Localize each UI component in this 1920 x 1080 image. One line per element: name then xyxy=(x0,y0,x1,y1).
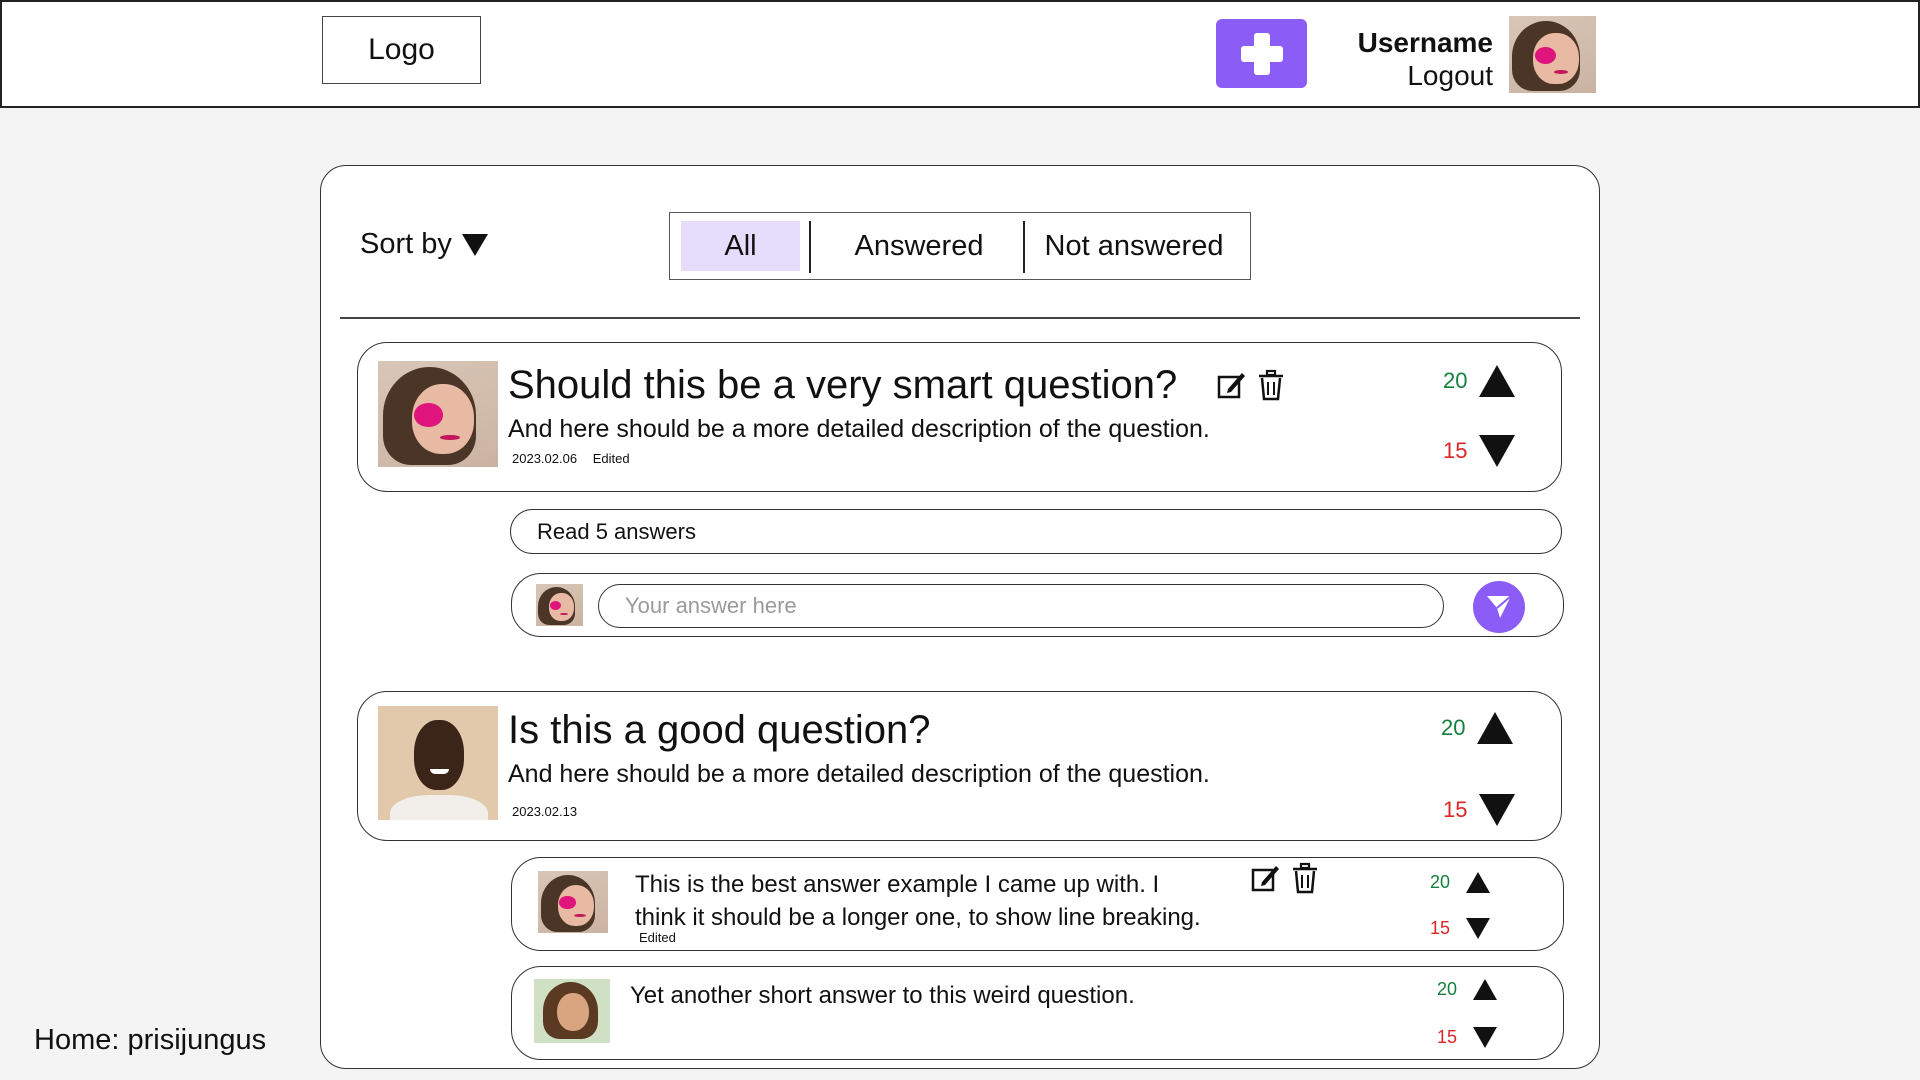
top-header: Logo Username Logout xyxy=(0,0,1920,108)
upvote-icon[interactable] xyxy=(1479,365,1516,397)
answer-text: This is the best answer example I came u… xyxy=(635,868,1201,934)
tab-answered[interactable]: Answered xyxy=(812,221,1026,271)
questions-panel: Sort by All Answered Not answered Should… xyxy=(320,165,1600,1069)
downvote-control: 15 xyxy=(1443,435,1516,467)
question-date: 2023.02.13 xyxy=(512,804,578,819)
sort-by-dropdown[interactable]: Sort by xyxy=(360,228,488,261)
upvote-count: 20 xyxy=(1443,368,1468,393)
tab-not-answered[interactable]: Not answered xyxy=(1026,221,1242,271)
answer-text: Yet another short answer to this weird q… xyxy=(630,979,1135,1012)
question-card: Should this be a very smart question? An… xyxy=(357,342,1562,492)
question-title[interactable]: Is this a good question? xyxy=(508,708,931,753)
answer-card: Yet another short answer to this weird q… xyxy=(511,966,1564,1060)
downvote-icon[interactable] xyxy=(1466,918,1491,939)
send-button[interactable] xyxy=(1473,581,1525,633)
trash-icon[interactable] xyxy=(1256,369,1286,401)
upvote-icon[interactable] xyxy=(1477,712,1514,744)
downvote-icon[interactable] xyxy=(1479,435,1516,467)
upvote-count: 20 xyxy=(1441,715,1466,740)
logo[interactable]: Logo xyxy=(322,16,481,84)
trash-icon[interactable] xyxy=(1290,862,1320,894)
answer-actions xyxy=(1250,862,1320,894)
downvote-count: 15 xyxy=(1437,1027,1458,1047)
username: Username xyxy=(1357,27,1493,58)
upvote-count: 20 xyxy=(1430,872,1451,892)
user-info: Username Logout xyxy=(1358,26,1493,92)
answer-line: Yet another short answer to this weird q… xyxy=(630,982,1135,1009)
send-icon xyxy=(1487,595,1512,618)
downvote-count: 15 xyxy=(1443,438,1468,463)
question-description: And here should be a more detailed descr… xyxy=(508,760,1210,788)
avatar xyxy=(536,584,583,626)
downvote-control: 15 xyxy=(1430,918,1491,939)
tab-all[interactable]: All xyxy=(681,221,800,271)
upvote-icon[interactable] xyxy=(1466,872,1491,893)
page-label: Home: prisijungus xyxy=(34,1024,267,1056)
downvote-count: 15 xyxy=(1443,797,1468,822)
avatar xyxy=(534,979,610,1043)
question-meta: 2023.02.13 xyxy=(512,804,589,819)
logout-link[interactable]: Logout xyxy=(1358,60,1493,92)
edited-label: Edited xyxy=(639,930,676,945)
upvote-control: 20 xyxy=(1441,712,1514,744)
question-actions xyxy=(1216,369,1286,401)
answer-composer xyxy=(511,573,1564,637)
question-date: 2023.02.06 xyxy=(512,451,578,466)
question-title[interactable]: Should this be a very smart question? xyxy=(508,363,1177,408)
chevron-down-icon xyxy=(461,233,488,256)
upvote-control: 20 xyxy=(1443,365,1516,397)
answer-input[interactable] xyxy=(598,584,1444,628)
read-answers-button[interactable]: Read 5 answers xyxy=(510,509,1562,554)
avatar xyxy=(538,871,608,933)
tab-divider xyxy=(1023,221,1025,273)
edit-icon[interactable] xyxy=(1216,369,1246,401)
question-meta: 2023.02.06 Edited xyxy=(512,451,642,466)
answer-line: This is the best answer example I came u… xyxy=(635,871,1160,898)
user-avatar[interactable] xyxy=(1509,16,1596,93)
downvote-control: 15 xyxy=(1443,794,1516,826)
plus-icon xyxy=(1240,32,1283,75)
edit-icon[interactable] xyxy=(1250,862,1280,894)
tab-divider xyxy=(809,221,811,273)
edited-label: Edited xyxy=(592,451,630,466)
upvote-count: 20 xyxy=(1437,979,1458,999)
downvote-control: 15 xyxy=(1437,1027,1498,1048)
avatar xyxy=(378,361,498,467)
filter-tabs: All Answered Not answered xyxy=(669,212,1251,280)
answer-card: This is the best answer example I came u… xyxy=(511,857,1564,951)
avatar xyxy=(378,706,498,820)
downvote-icon[interactable] xyxy=(1479,794,1516,826)
downvote-icon[interactable] xyxy=(1473,1027,1498,1048)
add-question-button[interactable] xyxy=(1216,19,1307,88)
downvote-count: 15 xyxy=(1430,918,1451,938)
question-card: Is this a good question? And here should… xyxy=(357,691,1562,841)
answer-line: think it should be a longer one, to show… xyxy=(635,904,1201,931)
question-description: And here should be a more detailed descr… xyxy=(508,415,1210,443)
upvote-control: 20 xyxy=(1430,872,1491,893)
sort-by-label: Sort by xyxy=(360,228,452,260)
upvote-control: 20 xyxy=(1437,979,1498,1000)
toolbar-divider xyxy=(340,317,1580,319)
upvote-icon[interactable] xyxy=(1473,979,1498,1000)
